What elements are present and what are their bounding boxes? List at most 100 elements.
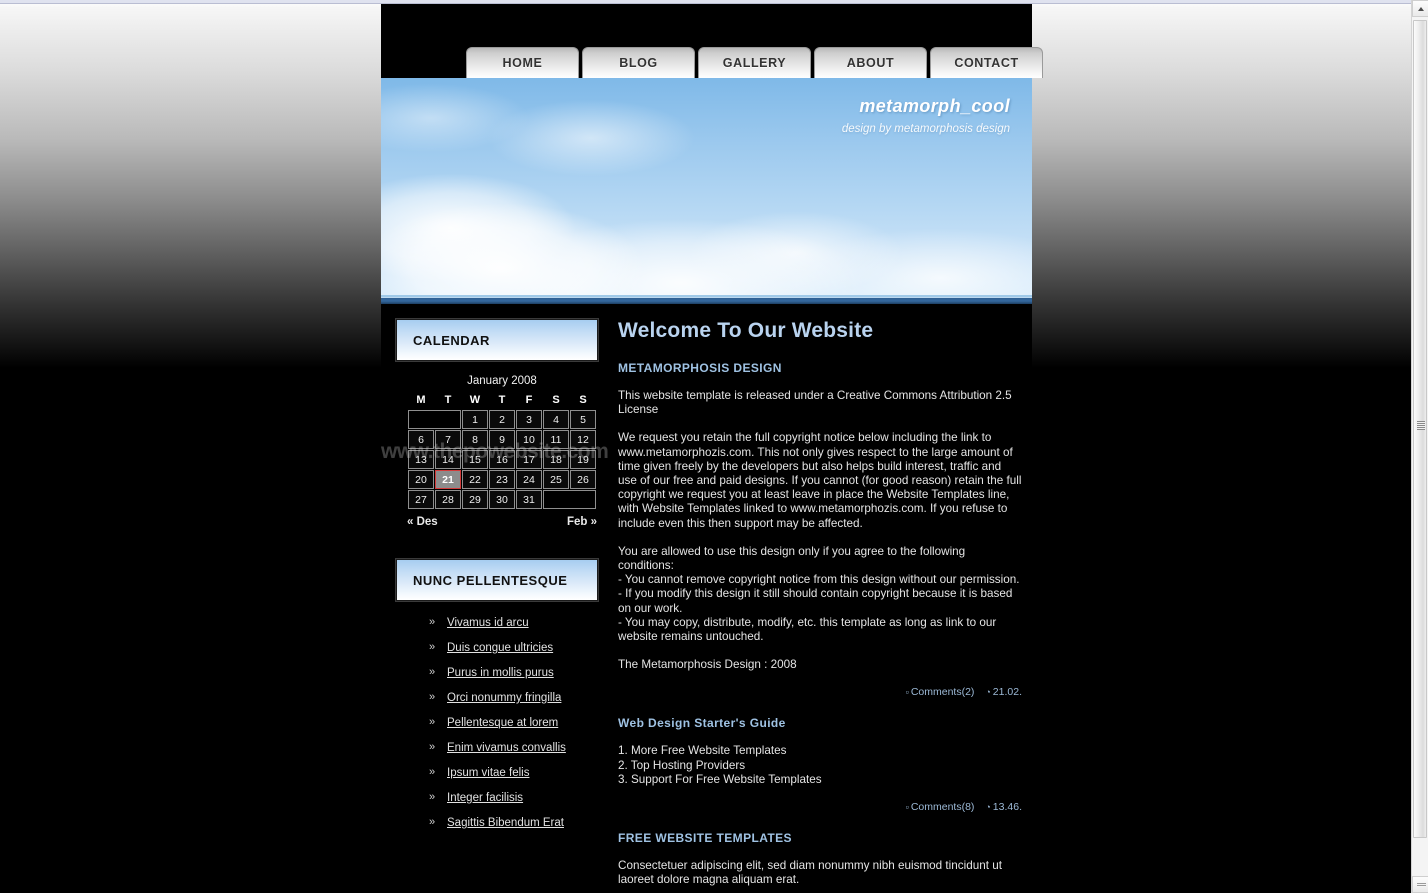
- nav-tab-gallery[interactable]: GALLERY: [698, 47, 811, 78]
- calendar-day-25[interactable]: 25: [543, 470, 569, 489]
- website-page: HOME BLOG GALLERY ABOUT CONTACT metamorp…: [381, 4, 1043, 893]
- post-paragraph: We request you retain the full copyright…: [618, 431, 1022, 530]
- calendar-day-16[interactable]: 16: [489, 450, 515, 469]
- calendar-navigation: « Des Feb »: [407, 510, 597, 528]
- calendar-day-7[interactable]: 7: [435, 430, 461, 449]
- calendar-day-2[interactable]: 2: [489, 410, 515, 429]
- calendar-day-19[interactable]: 19: [570, 450, 596, 469]
- post-timestamp: 21.02.: [992, 686, 1022, 699]
- calendar-day-23[interactable]: 23: [489, 470, 515, 489]
- list-item: » Purus in mollis purus: [429, 666, 601, 692]
- calendar-day-10[interactable]: 10: [516, 430, 542, 449]
- calendar-day-21[interactable]: 21: [435, 470, 461, 489]
- main-content: Welcome To Our Website METAMORPHOSIS DES…: [601, 319, 1032, 893]
- calendar-weekday-0: M: [416, 394, 426, 406]
- chevron-right-icon: »: [429, 616, 436, 628]
- calendar-week-row: 12345: [408, 410, 596, 429]
- page-body: CALENDAR January 2008 MTWTFSS 1234567891…: [381, 304, 1032, 893]
- vertical-scrollbar[interactable]: [1411, 0, 1428, 893]
- nav-tab-blog[interactable]: BLOG: [582, 47, 695, 78]
- site-logo: metamorph_cool design by metamorphosis d…: [842, 96, 1010, 135]
- page-title: Welcome To Our Website: [618, 319, 874, 342]
- sidebar-link-2[interactable]: Purus in mollis purus: [447, 667, 554, 679]
- browser-viewport: HOME BLOG GALLERY ABOUT CONTACT metamorp…: [0, 0, 1411, 893]
- clock-icon: ◔: [985, 802, 991, 813]
- calendar-next-month-link[interactable]: Feb »: [567, 516, 597, 528]
- calendar-day-5[interactable]: 5: [570, 410, 596, 429]
- site-logo-subtitle: design by metamorphosis design: [841, 123, 1010, 135]
- post-comments-link[interactable]: Comments(2): [911, 686, 975, 698]
- header-banner-image: metamorph_cool design by metamorphosis d…: [381, 78, 1032, 297]
- calendar-day-26[interactable]: 26: [570, 470, 596, 489]
- calendar-prev-month-link[interactable]: « Des: [407, 516, 438, 528]
- calendar-day-1[interactable]: 1: [462, 410, 488, 429]
- post-meta: ▫ Comments(2) ◔ 21.02.: [618, 686, 1022, 698]
- sidebar-link-6[interactable]: Ipsum vitae felis: [447, 767, 529, 779]
- sidebar-link-list: » Vivamus id arcu » Duis congue ultricies » P…: [396, 616, 601, 842]
- calendar-day-4[interactable]: 4: [543, 410, 569, 429]
- calendar-day-20[interactable]: 20: [408, 470, 434, 489]
- clock-icon: ◔: [985, 687, 991, 698]
- nav-tab-about[interactable]: ABOUT: [814, 47, 927, 78]
- calendar-day-12[interactable]: 12: [570, 430, 596, 449]
- scroll-down-button[interactable]: [1412, 876, 1428, 893]
- calendar-day-27[interactable]: 27: [408, 490, 434, 509]
- sidebar-calendar-heading: CALENDAR: [413, 332, 490, 348]
- chevron-right-icon: »: [429, 741, 436, 753]
- calendar-day-29[interactable]: 29: [462, 490, 488, 509]
- scroll-up-button[interactable]: [1412, 0, 1428, 17]
- calendar-day-14[interactable]: 14: [435, 450, 461, 469]
- chevron-up-icon: [1417, 6, 1424, 11]
- nav-tab-list: HOME BLOG GALLERY ABOUT CONTACT: [466, 47, 1043, 78]
- calendar-day-8[interactable]: 8: [462, 430, 488, 449]
- calendar-day-18[interactable]: 18: [543, 450, 569, 469]
- chevron-right-icon: »: [429, 666, 436, 678]
- calendar-day-9[interactable]: 9: [489, 430, 515, 449]
- calendar-day-3[interactable]: 3: [516, 410, 542, 429]
- sidebar-link-4[interactable]: Pellentesque at lorem: [447, 717, 558, 729]
- sidebar-box-header-calendar: CALENDAR: [395, 318, 599, 362]
- sidebar-link-0[interactable]: Vivamus id arcu: [447, 617, 529, 629]
- list-item: » Integer facilisis: [429, 791, 601, 817]
- sidebar-link-5[interactable]: Enim vivamus convallis: [447, 742, 566, 754]
- calendar-weekday-4: F: [525, 394, 533, 406]
- calendar-caption: January 2008: [467, 375, 537, 387]
- calendar-day-11[interactable]: 11: [543, 430, 569, 449]
- post-title: FREE WEBSITE TEMPLATES: [618, 831, 792, 846]
- post-comments-link[interactable]: Comments(8): [911, 801, 975, 813]
- calendar-week-row: 6 7 8 9 10 11 12: [408, 430, 596, 449]
- calendar-day-30[interactable]: 30: [489, 490, 515, 509]
- top-navigation: HOME BLOG GALLERY ABOUT CONTACT: [381, 4, 1043, 78]
- calendar-widget: January 2008 MTWTFSS 1 2 3 4 5 6 7 8 9 10 11 12 13 14…: [407, 375, 597, 528]
- nav-tab-contact[interactable]: CONTACT: [930, 47, 1043, 78]
- calendar-day-28[interactable]: 28: [435, 490, 461, 509]
- resize-grip-icon: [1417, 883, 1426, 887]
- post-meta: ▫ Comments(8) ◔ 13.46.: [618, 801, 1022, 813]
- calendar-day-13[interactable]: 13: [408, 450, 434, 469]
- sidebar-links-heading: NUNC PELLENTESQUE: [413, 572, 568, 588]
- calendar-day-15[interactable]: 15: [462, 450, 488, 469]
- calendar-weekday-5: S: [552, 394, 560, 406]
- list-item: » Vivamus id arcu: [429, 616, 601, 642]
- calendar-day-31[interactable]: 31: [516, 490, 542, 509]
- scrollbar-track[interactable]: [1412, 17, 1428, 876]
- banner-separator-bar: [381, 297, 1032, 304]
- calendar-day-6[interactable]: 6: [408, 430, 434, 449]
- sidebar-box-header-links: NUNC PELLENTESQUE: [395, 558, 599, 602]
- calendar-day-22[interactable]: 22: [462, 470, 488, 489]
- post-paragraph: This website template is released under …: [618, 389, 1012, 417]
- calendar-empty-cell: [543, 490, 596, 509]
- meta-separator: [978, 686, 981, 698]
- nav-tab-home[interactable]: HOME: [466, 47, 579, 78]
- calendar-day-24[interactable]: 24: [516, 470, 542, 489]
- site-logo-title: metamorph_cool: [859, 96, 1010, 116]
- post-list: METAMORPHOSIS DESIGN This website templat…: [618, 361, 1022, 893]
- post-title: METAMORPHOSIS DESIGN: [618, 361, 782, 375]
- sidebar-link-7[interactable]: Integer facilisis: [447, 792, 523, 804]
- sidebar-link-3[interactable]: Orci nonummy fringilla: [447, 692, 561, 704]
- calendar-day-17[interactable]: 17: [516, 450, 542, 469]
- scrollbar-thumb[interactable]: [1413, 20, 1427, 838]
- sidebar-link-8[interactable]: Sagittis Bibendum Erat: [447, 817, 564, 829]
- sidebar-link-1[interactable]: Duis congue ultricies: [447, 642, 553, 654]
- banner-bottom-strip: [381, 295, 1032, 297]
